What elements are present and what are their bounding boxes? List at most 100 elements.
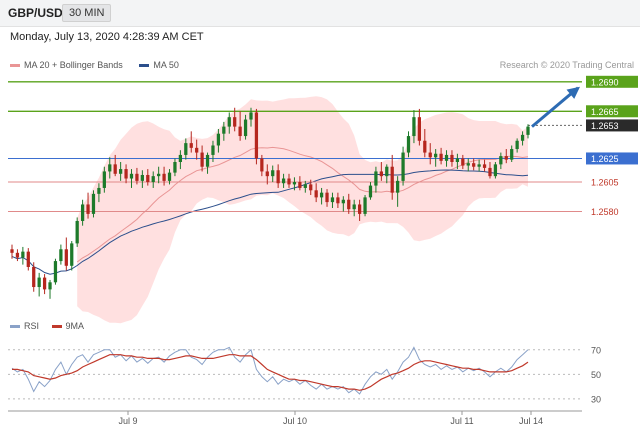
candle-body (472, 163, 476, 167)
candle-body (129, 173, 134, 179)
candle-body (102, 171, 106, 188)
candle-body (303, 184, 307, 188)
candle-body (406, 136, 411, 153)
candle-body (146, 174, 150, 183)
candle-body (124, 169, 128, 179)
x-tick-label: Jul 10 (283, 416, 307, 426)
candle-body (482, 164, 487, 168)
level-label-1.2665: 1.2665 (591, 107, 619, 117)
candle-body (10, 249, 14, 253)
level-label-1.2690: 1.2690 (591, 77, 619, 87)
candle-body (211, 145, 215, 155)
candle-body (59, 249, 63, 262)
candle-body (178, 154, 183, 162)
candle-body (450, 154, 454, 162)
candle-body (86, 204, 90, 214)
candle-body (412, 117, 416, 137)
candle-body (526, 126, 530, 135)
candle-body (423, 140, 427, 153)
level-label-1.2625: 1.2625 (591, 154, 619, 164)
candle-body (271, 170, 275, 177)
candle-body (140, 174, 144, 181)
candle-body (42, 277, 47, 290)
candle-body (488, 167, 492, 177)
level-label-1.2605: 1.2605 (591, 178, 619, 188)
candle-body (504, 156, 508, 160)
candle-body (325, 192, 329, 203)
candle-body (499, 156, 503, 165)
candle-body (157, 173, 161, 177)
candle-body (379, 171, 383, 177)
candle-body (173, 162, 177, 173)
candle-body (15, 252, 20, 258)
x-tick-label: Jul 11 (450, 416, 473, 426)
candle-body (336, 197, 340, 204)
candle-body (167, 172, 172, 181)
x-tick-label: Jul 14 (519, 416, 543, 426)
candle-body (48, 282, 52, 290)
candle-body (281, 178, 286, 184)
candle-body (493, 164, 498, 177)
candle-body (254, 112, 259, 159)
candle-body (477, 164, 481, 167)
candle-body (374, 171, 378, 186)
candle-body (189, 143, 193, 148)
candle-body (347, 199, 351, 210)
candle-body (233, 117, 237, 127)
candle-body (119, 169, 123, 174)
rsi-tick-label: 50 (591, 370, 601, 380)
candle-body (363, 197, 367, 214)
candle-body (309, 184, 313, 191)
candle-body (108, 164, 112, 172)
candle-body (292, 182, 297, 185)
candle-body (265, 171, 269, 177)
candle-body (227, 117, 231, 127)
rsi-tick-label: 30 (591, 394, 601, 404)
candle-body (75, 220, 79, 244)
candle-body (205, 154, 210, 167)
candle-body (200, 152, 204, 167)
candle-body (434, 153, 438, 158)
candle-body (314, 190, 318, 198)
candle-body (455, 158, 460, 162)
candle-body (53, 261, 58, 283)
candle-body (357, 204, 362, 214)
candle-body (385, 166, 389, 177)
candle-body (298, 182, 302, 188)
candle-body (113, 164, 117, 174)
rsi-tick-label: 70 (591, 345, 601, 355)
candle-body (80, 204, 85, 221)
candle-body (428, 152, 432, 158)
level-label-1.2580: 1.2580 (591, 207, 619, 217)
candle-body (184, 143, 188, 155)
candle-body (91, 193, 96, 214)
candle-body (461, 158, 465, 166)
candle-body (368, 185, 373, 198)
candle-body (510, 149, 514, 160)
candle-body (32, 266, 36, 288)
candle-body (276, 170, 280, 184)
level-label-1.2653: 1.2653 (591, 121, 619, 131)
candle-body (97, 187, 101, 194)
candle-body (287, 178, 291, 185)
candle-body (222, 126, 226, 134)
candle-body (417, 117, 421, 141)
candle-body (26, 251, 30, 267)
candle-body (515, 140, 519, 150)
candle-body (195, 147, 199, 153)
price-chart-svg: 1.2690 1.2665 1.2653 1.2625 1.2605 1.2580 30 50… (8, 75, 638, 426)
candle-body (520, 134, 525, 141)
candle-body (21, 251, 25, 258)
candle-body (216, 133, 221, 146)
candle-body (319, 192, 324, 198)
candle-body (352, 204, 356, 210)
candle-body (162, 173, 166, 181)
candle-body (396, 180, 400, 193)
candle-body (390, 166, 394, 193)
candle-body (260, 158, 264, 172)
candle-body (70, 243, 74, 266)
candle-body (151, 176, 155, 183)
candle-body (135, 173, 139, 181)
candle-body (444, 154, 449, 161)
candle-body (249, 112, 253, 120)
